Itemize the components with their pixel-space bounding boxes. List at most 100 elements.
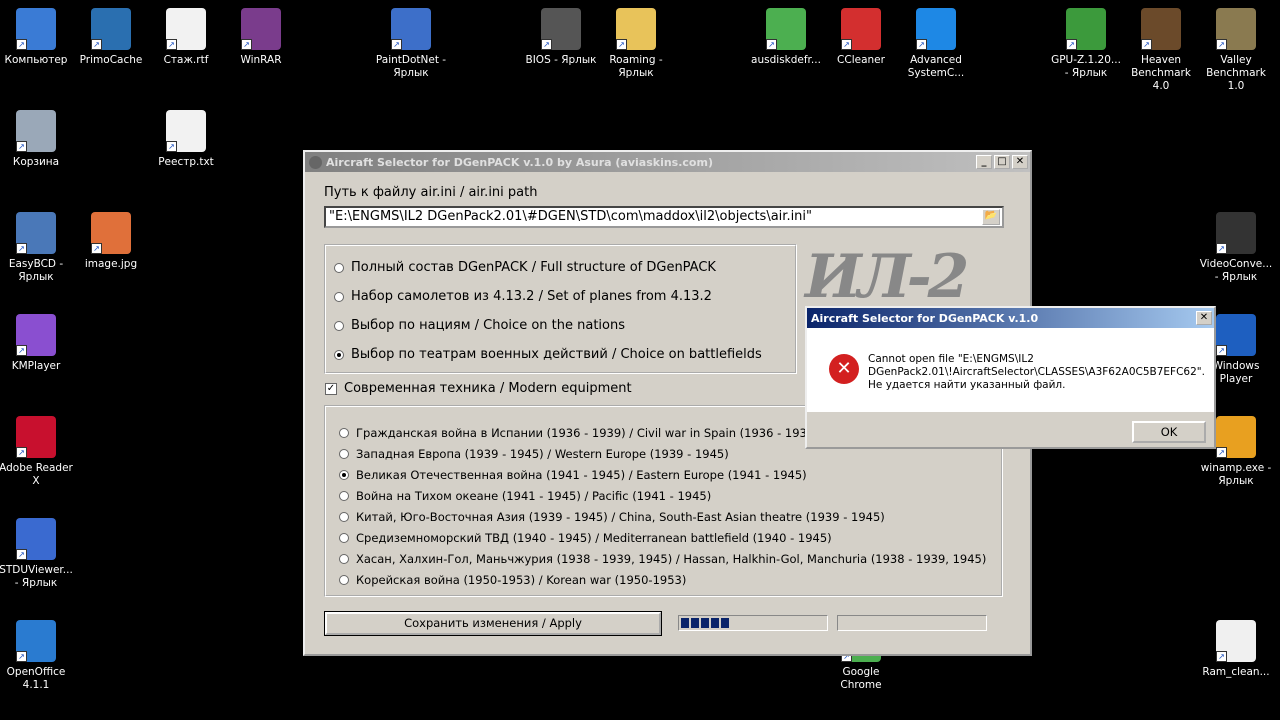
ok-button[interactable]: OK: [1132, 421, 1206, 443]
valley-icon: ↗: [1216, 8, 1256, 50]
radio-circle: [334, 291, 344, 302]
desktop-icon[interactable]: ↗ Adobe Reader X: [0, 416, 74, 488]
shortcut-arrow-icon: ↗: [541, 39, 552, 50]
desktop-icon[interactable]: ↗ PaintDotNet - Ярлык: [373, 8, 449, 80]
progress-block: [721, 618, 729, 628]
path-value: "E:\ENGMS\IL2 DGenPack2.01\#DGEN\STD\com…: [329, 209, 813, 224]
chip-icon: ↗: [541, 8, 581, 50]
desktop-icon-label: KMPlayer: [11, 360, 61, 372]
desktop-icon[interactable]: ↗ Компьютер: [0, 8, 74, 67]
desktop-icon[interactable]: ↗ PrimoCache: [73, 8, 149, 67]
mode-radio[interactable]: Выбор по нациям / Choice on the nations: [334, 318, 625, 333]
theatre-radio[interactable]: Китай, Юго-Восточная Азия (1939 - 1945) …: [339, 510, 885, 524]
desktop-icon[interactable]: ↗ Roaming - Ярлык: [598, 8, 674, 80]
theatre-radio[interactable]: Война на Тихом океане (1941 - 1945) / Pa…: [339, 489, 711, 503]
error-dialog: Aircraft Selector for DGenPACK v.1.0 ✕ ✕…: [805, 306, 1216, 449]
close-button[interactable]: ✕: [1012, 155, 1028, 169]
desktop-icon[interactable]: ↗ VideoConve... - Ярлык: [1198, 212, 1274, 284]
media-player-icon: ↗: [1216, 314, 1256, 356]
radio-circle: [339, 512, 349, 522]
desktop-icon[interactable]: ↗ EasyBCD - Ярлык: [0, 212, 74, 284]
shortcut-arrow-icon: ↗: [1216, 651, 1227, 662]
desktop-icon[interactable]: ↗ ausdiskdefr...: [748, 8, 824, 67]
progress-block: [701, 618, 709, 628]
error-icon: ✕: [829, 354, 859, 384]
title-bar: Aircraft Selector for DGenPACK v.1.0 by …: [305, 152, 1030, 172]
folder-icon: ↗: [616, 8, 656, 50]
recycle-bin-icon: ↗: [16, 110, 56, 152]
radio-circle: [339, 428, 349, 438]
dialog-close-button[interactable]: ✕: [1196, 311, 1212, 325]
desktop-icon-label: ausdiskdefr...: [751, 54, 821, 66]
theatre-radio[interactable]: Великая Отечественная война (1941 - 1945…: [339, 468, 807, 482]
app-icon: [309, 155, 322, 169]
desktop-icon[interactable]: ↗ WinRAR: [223, 8, 299, 67]
video-icon: ↗: [1216, 212, 1256, 254]
desktop-icon[interactable]: ↗ BIOS - Ярлык: [523, 8, 599, 67]
modern-equipment-label: Современная техника / Modern equipment: [344, 381, 632, 396]
desktop-icon[interactable]: ↗ image.jpg: [73, 212, 149, 271]
desktop-icon[interactable]: ↗ Valley Benchmark 1.0: [1198, 8, 1274, 93]
mode-label: Набор самолетов из 4.13.2 / Set of plane…: [351, 289, 712, 304]
desktop-icon-label: VideoConve... - Ярлык: [1199, 258, 1273, 283]
theatre-label: Гражданская война в Испании (1936 - 1939…: [356, 426, 819, 440]
mode-radio[interactable]: Полный состав DGenPACK / Full structure …: [334, 260, 716, 275]
theatre-radio[interactable]: Гражданская война в Испании (1936 - 1939…: [339, 426, 819, 440]
open-folder-button[interactable]: 📂: [982, 209, 1000, 225]
desktop-icon-label: Roaming - Ярлык: [609, 54, 663, 79]
radio-circle: [334, 349, 344, 360]
theatre-radio[interactable]: Хасан, Халхин-Гол, Маньчжурия (1938 - 19…: [339, 552, 986, 566]
desktop-icon-label: OpenOffice 4.1.1: [6, 666, 66, 691]
desktop-icon[interactable]: ↗ Стаж.rtf: [148, 8, 224, 67]
desktop-icon[interactable]: ↗ GPU-Z.1.20... - Ярлык: [1048, 8, 1124, 80]
radio-circle: [339, 554, 349, 564]
modern-equipment-checkbox[interactable]: ✓ Современная техника / Modern equipment: [325, 381, 632, 396]
dialog-body: ✕ Cannot open file "E:\ENGMS\IL2 DGenPac…: [807, 328, 1214, 412]
desktop-icon[interactable]: ↗ Heaven Benchmark 4.0: [1123, 8, 1199, 93]
radio-circle: [339, 491, 349, 501]
error-message-line: Cannot open file "E:\ENGMS\IL2: [868, 353, 1034, 365]
desktop-icon-label: Heaven Benchmark 4.0: [1131, 54, 1191, 92]
shortcut-arrow-icon: ↗: [16, 447, 27, 458]
desktop-icon-label: Ram_clean...: [1202, 666, 1270, 678]
desktop-icon[interactable]: ↗ STDUViewer... - Ярлык: [0, 518, 74, 590]
shortcut-arrow-icon: ↗: [166, 39, 177, 50]
desktop-icon[interactable]: ↗ OpenOffice 4.1.1: [0, 620, 74, 692]
desktop-icon[interactable]: ↗ CCleaner: [823, 8, 899, 67]
shortcut-arrow-icon: ↗: [16, 243, 27, 254]
theatre-label: Корейская война (1950-1953) / Korean war…: [356, 573, 687, 587]
desktop-icon[interactable]: ↗ Ram_clean...: [1198, 620, 1274, 679]
image-icon: ↗: [91, 212, 131, 254]
mode-radio[interactable]: Выбор по театрам военных действий / Choi…: [334, 347, 762, 362]
maximize-button[interactable]: □: [994, 155, 1010, 169]
desktop-icon-label: image.jpg: [84, 258, 138, 270]
adobe-reader-icon: ↗: [16, 416, 56, 458]
desktop-icon[interactable]: ↗ Advanced SystemC...: [898, 8, 974, 80]
theatre-radio[interactable]: Средиземноморский ТВД (1940 - 1945) / Me…: [339, 531, 832, 545]
path-input[interactable]: "E:\ENGMS\IL2 DGenPack2.01\#DGEN\STD\com…: [324, 206, 1004, 228]
shortcut-arrow-icon: ↗: [16, 141, 27, 152]
minimize-button[interactable]: _: [976, 155, 992, 169]
shortcut-arrow-icon: ↗: [16, 345, 27, 356]
dialog-title: Aircraft Selector for DGenPACK v.1.0: [811, 311, 1039, 325]
viewer-icon: ↗: [16, 518, 56, 560]
radio-circle: [334, 262, 344, 273]
kmplayer-icon: ↗: [16, 314, 56, 356]
desktop-icon[interactable]: ↗ Реестр.txt: [148, 110, 224, 169]
shortcut-arrow-icon: ↗: [16, 549, 27, 560]
shortcut-arrow-icon: ↗: [16, 651, 27, 662]
theatre-radio[interactable]: Западная Европа (1939 - 1945) / Western …: [339, 447, 729, 461]
text-file-icon: ↗: [166, 110, 206, 152]
theatre-radio[interactable]: Корейская война (1950-1953) / Korean war…: [339, 573, 686, 587]
checkbox-box: ✓: [325, 382, 337, 395]
desktop-icon[interactable]: ↗ Корзина: [0, 110, 74, 169]
heaven-icon: ↗: [1141, 8, 1181, 50]
path-label: Путь к файлу air.ini / air.ini path: [324, 185, 538, 200]
desktop-icon[interactable]: ↗ KMPlayer: [0, 314, 74, 373]
desktop-icon-label: PaintDotNet - Ярлык: [375, 54, 447, 79]
mode-radio[interactable]: Набор самолетов из 4.13.2 / Set of plane…: [334, 289, 712, 304]
radio-circle: [339, 449, 349, 459]
desktop-icon-label: winamp.exe - Ярлык: [1200, 462, 1272, 487]
apply-button[interactable]: Сохранить изменения / Apply: [324, 611, 662, 636]
shortcut-arrow-icon: ↗: [1216, 39, 1227, 50]
